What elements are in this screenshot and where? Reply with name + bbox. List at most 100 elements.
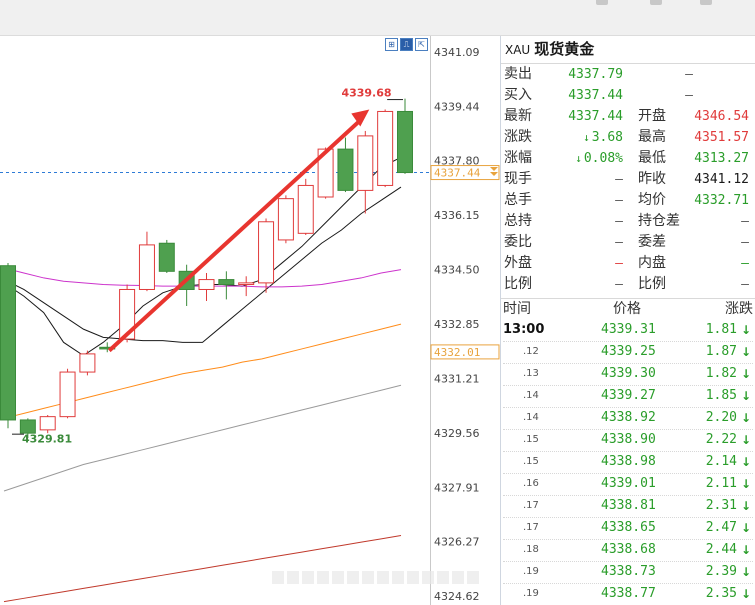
quote-row: 比例 – 比例 –: [501, 274, 755, 295]
candle-body: [158, 242, 175, 272]
trade-row[interactable]: .17 4338.81 2.31 ↓: [501, 495, 755, 517]
quote-value: 4337.44: [568, 85, 623, 106]
trade-row[interactable]: .15 4338.98 2.14 ↓: [501, 451, 755, 473]
watermark-block: [272, 571, 284, 584]
quote-value: –: [615, 211, 623, 232]
trade-price: 4338.68: [601, 542, 656, 557]
watermark-block: [332, 571, 344, 584]
quote-row: 总持 – 持仓差 –: [501, 211, 755, 232]
quote-value-text: 4337.44: [568, 109, 623, 124]
quote-label: 委差: [638, 234, 666, 250]
quote-row: 委比 – 委差 –: [501, 232, 755, 253]
time-header: 时间: [503, 301, 531, 317]
y-tick-label: 4341.09: [434, 46, 480, 59]
quote-label: 最低: [638, 150, 666, 166]
quote-value-text: –: [615, 235, 623, 250]
instrument-title: XAU 现货黄金: [501, 36, 755, 64]
trade-row[interactable]: .19 4338.77 2.35 ↓: [501, 583, 755, 605]
candle-body: [79, 353, 96, 373]
y-tick-label: 4327.91: [434, 481, 480, 494]
trade-time: .15: [523, 456, 539, 467]
watermark-block: [452, 571, 464, 584]
trade-row[interactable]: .17 4338.65 2.47 ↓: [501, 517, 755, 539]
trade-row[interactable]: .16 4339.01 2.11 ↓: [501, 473, 755, 495]
trade-time: .19: [523, 566, 539, 577]
watermark-block: [317, 571, 329, 584]
minimize-control[interactable]: [596, 0, 608, 5]
close-control[interactable]: [700, 0, 712, 5]
trade-row[interactable]: .19 4338.73 2.39 ↓: [501, 561, 755, 583]
chart-mode-icon[interactable]: ⊞: [385, 38, 398, 51]
trade-row[interactable]: 13:00 4339.31 1.81 ↓: [501, 319, 755, 341]
quote-label: 买入: [504, 87, 532, 103]
trade-row[interactable]: .15 4338.90 2.22 ↓: [501, 429, 755, 451]
candle-body: [297, 184, 314, 234]
y-tick-label: 4334.50: [434, 264, 480, 277]
quote-value: 4351.57: [694, 130, 749, 145]
candle-body: [377, 110, 394, 186]
trade-price: 4338.90: [601, 432, 656, 447]
quote-label: 比例: [504, 276, 532, 292]
trade-row[interactable]: .14 4339.27 1.85 ↓: [501, 385, 755, 407]
quote-value: 4332.71: [694, 193, 749, 208]
trade-change: 2.20: [705, 410, 737, 425]
quote-value: –: [615, 169, 623, 190]
trade-row[interactable]: .12 4339.25 1.87 ↓: [501, 341, 755, 363]
quote-value-text: –: [615, 256, 623, 271]
candlestick-chart[interactable]: 4341.09 4339.44 4337.80 4336.15 4334.50 4332.…: [0, 36, 500, 605]
trade-row[interactable]: .14 4338.92 2.20 ↓: [501, 407, 755, 429]
quote-value: 4346.54: [694, 109, 749, 124]
quote-value: –: [615, 274, 623, 295]
expand-icon[interactable]: ⇱: [415, 38, 428, 51]
quote-label: 比例: [638, 276, 666, 292]
trade-time: .16: [523, 478, 539, 489]
quote-value: –: [685, 88, 693, 103]
quote-value-text: 4337.79: [568, 67, 623, 82]
quote-value: –: [615, 232, 623, 253]
candle-body: [0, 265, 16, 421]
instrument-name: 现货黄金: [534, 40, 595, 58]
y-tick-label: 4331.21: [434, 372, 480, 385]
trade-row[interactable]: .18 4338.68 2.44 ↓: [501, 539, 755, 561]
trade-change: 1.87: [705, 344, 737, 359]
trade-time: .14: [523, 412, 539, 423]
quote-value: 4337.79: [568, 64, 623, 85]
y-tick-label: 4339.44: [434, 100, 480, 113]
trade-price: 4338.81: [601, 498, 656, 513]
trade-row[interactable]: .13 4339.30 1.82 ↓: [501, 363, 755, 385]
trade-change: 2.35: [705, 586, 737, 601]
chart-bars-icon[interactable]: ⎍: [400, 38, 413, 51]
candle-body: [397, 110, 413, 174]
quote-row: 最新 4337.44 开盘 4346.54: [501, 106, 755, 127]
watermark-block: [467, 571, 479, 584]
down-arrow-icon: ↓: [740, 345, 751, 359]
quote-value-text: 3.68: [591, 130, 623, 145]
trade-change: 2.31: [705, 498, 737, 513]
quote-label: 最高: [638, 129, 666, 145]
change-header: 涨跌: [725, 301, 753, 317]
trade-price: 4338.92: [601, 410, 656, 425]
chart-canvas: 4341.094339.444337.804336.154334.504332.…: [0, 36, 500, 605]
down-arrow-icon: ↓: [740, 323, 751, 337]
down-arrow-icon: ↓: [740, 521, 751, 535]
watermark-block: [362, 571, 374, 584]
trade-change: 1.82: [705, 366, 737, 381]
instrument-code: XAU: [505, 43, 531, 57]
price-tag-label: 4332.01: [434, 346, 480, 359]
candle-body: [258, 221, 275, 284]
quote-label: 卖出: [504, 66, 532, 82]
y-tick-label: 4324.62: [434, 590, 480, 603]
quote-label: 总持: [504, 213, 532, 229]
quote-value: 4313.27: [694, 151, 749, 166]
trade-price: 4338.77: [601, 586, 656, 601]
quote-value: 4337.44: [568, 106, 623, 127]
trade-change: 2.44: [705, 542, 737, 557]
down-arrow-icon: ↓: [740, 455, 751, 469]
quote-label: 涨跌: [504, 129, 532, 145]
watermark-block: [302, 571, 314, 584]
candle-body: [218, 279, 235, 286]
quote-value: –: [741, 277, 749, 292]
low-price-label: 4329.81: [22, 433, 72, 446]
candle-body: [357, 135, 374, 191]
restore-control[interactable]: [650, 0, 662, 5]
